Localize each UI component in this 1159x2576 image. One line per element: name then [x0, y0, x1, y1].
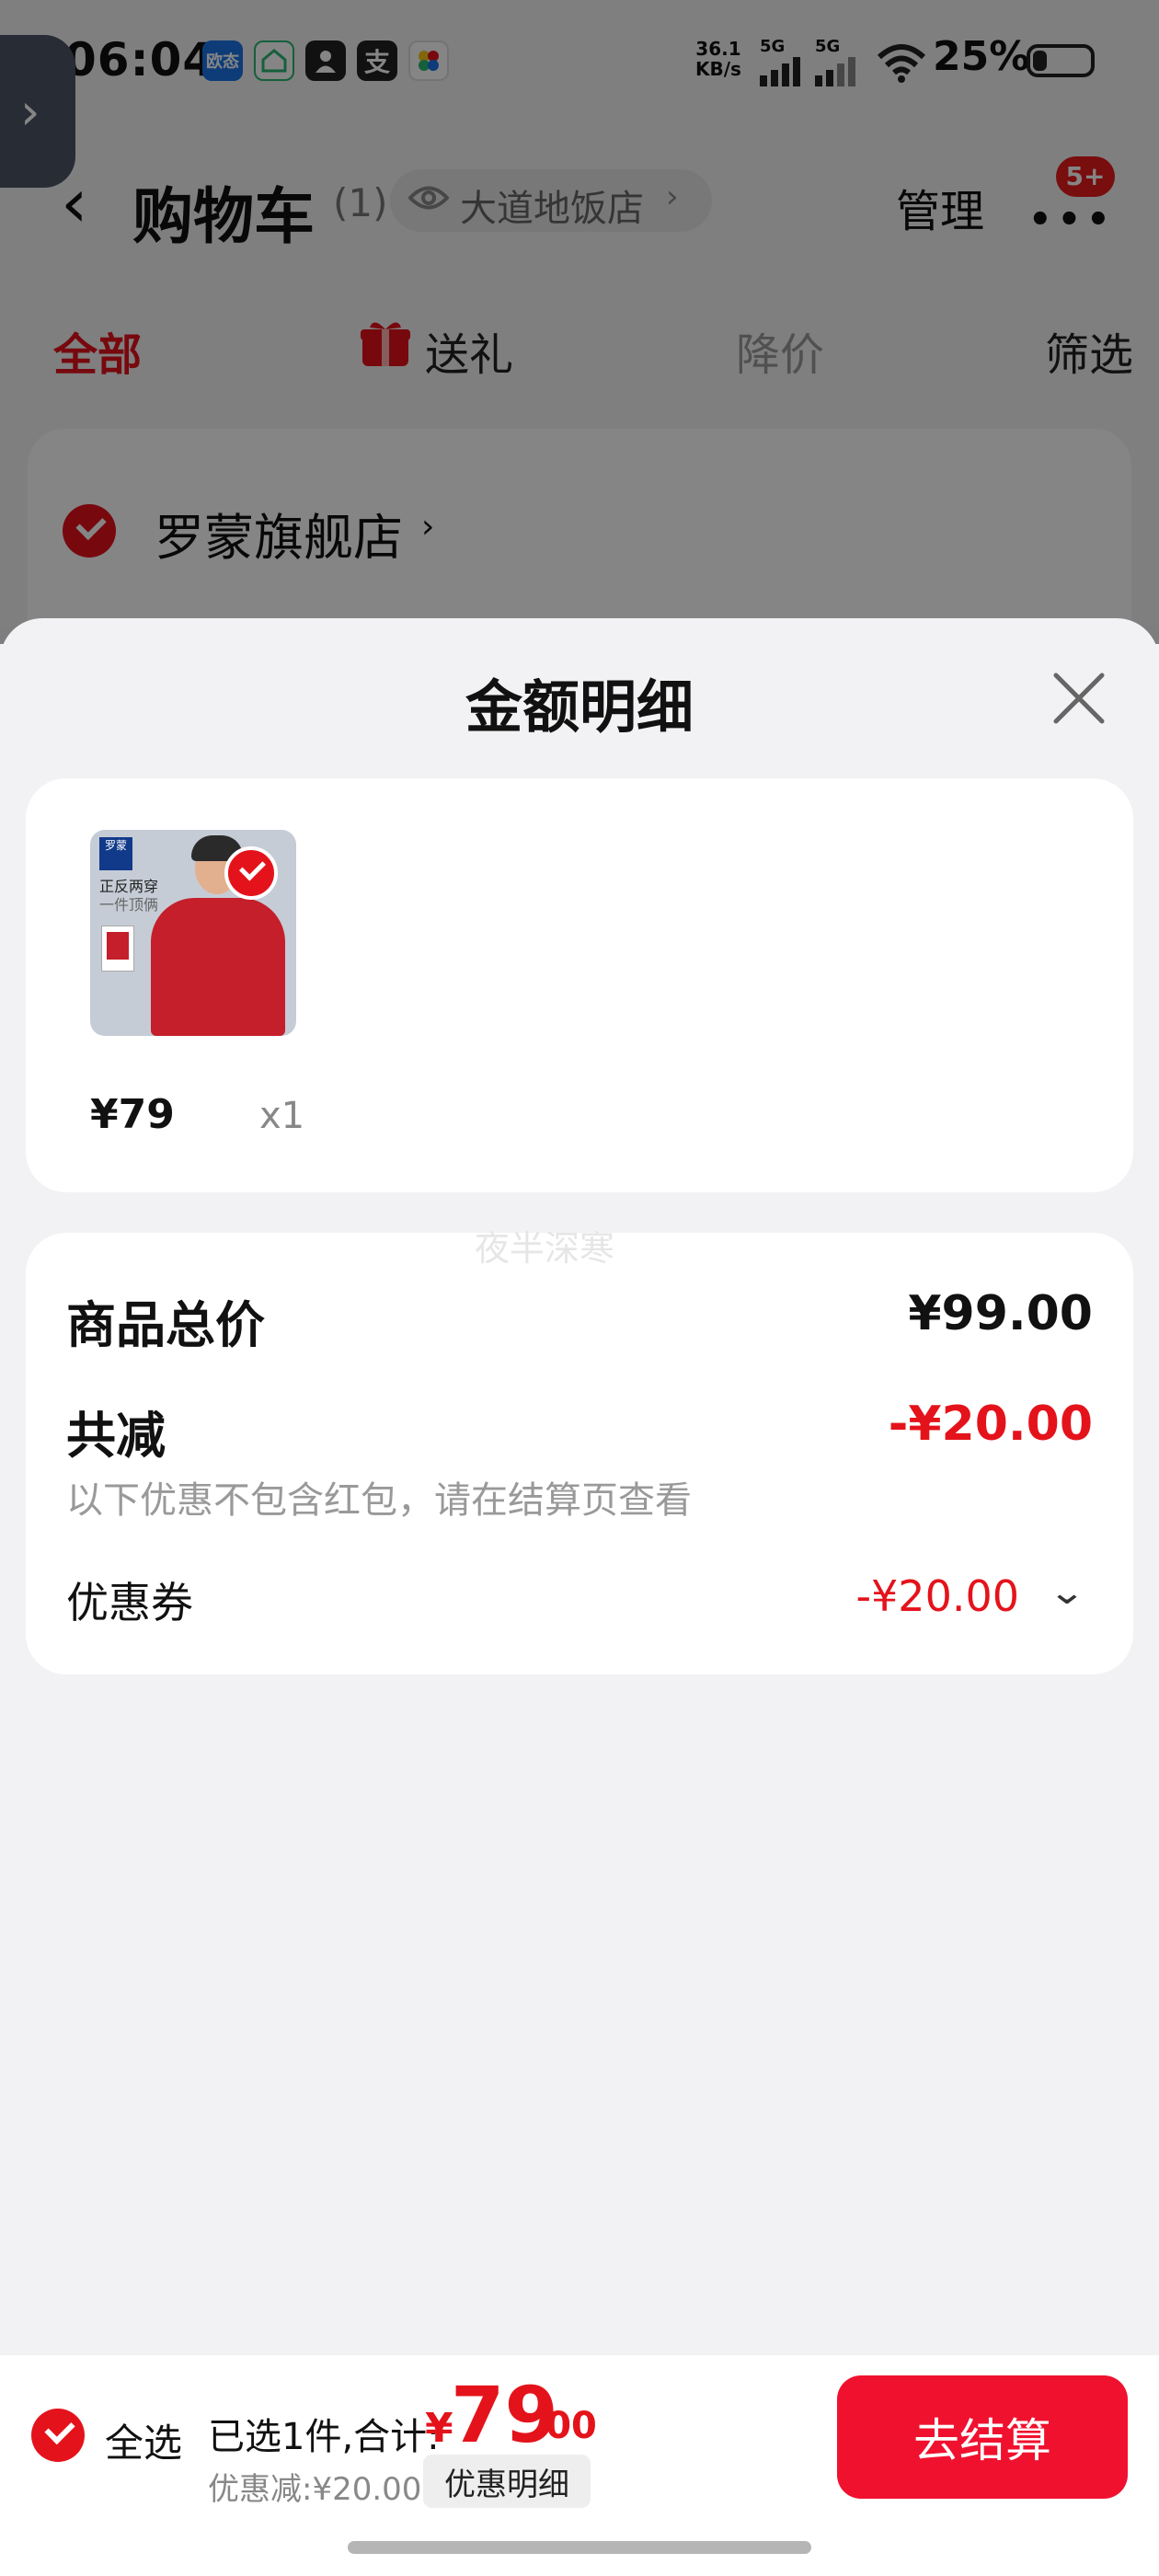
- chevron-down-icon[interactable]: ⌄: [1048, 1571, 1085, 1612]
- select-all-check-icon[interactable]: [31, 2409, 85, 2462]
- brand-logo: 罗蒙: [99, 837, 132, 870]
- model-jacket: [151, 898, 285, 1036]
- total-currency: ¥: [425, 2405, 453, 2452]
- checkout-button[interactable]: 去结算: [837, 2375, 1128, 2499]
- coupon-value[interactable]: -¥20.00: [855, 1571, 1019, 1621]
- total-price-label: 商品总价: [66, 1296, 265, 1354]
- total-discount-value: -¥20.00: [888, 1397, 1093, 1452]
- watermark: 夜半深寒: [475, 1228, 615, 1269]
- close-icon[interactable]: [1049, 668, 1109, 729]
- discount-detail-button[interactable]: 优惠明细: [423, 2455, 591, 2508]
- sheet-title: 金额明细: [465, 673, 694, 741]
- jacket-thumbnail: [101, 926, 134, 972]
- product-check-icon[interactable]: [224, 846, 278, 900]
- discount-amount: 优惠减:¥20.00: [208, 2471, 422, 2508]
- product-qty: x1: [259, 1095, 305, 1137]
- coupon-label: 优惠券: [66, 1578, 193, 1627]
- selected-summary: 已选1件,合计:: [208, 2416, 440, 2458]
- total-discount-label: 共减: [66, 1407, 166, 1465]
- select-all-label[interactable]: 全选: [105, 2412, 182, 2468]
- home-indicator[interactable]: [348, 2541, 811, 2554]
- total-decimal: .00: [532, 2405, 597, 2447]
- product-price: ¥79: [90, 1091, 175, 1138]
- image-caption: 正反两穿 一件顶俩: [99, 878, 159, 914]
- dim-overlay[interactable]: [0, 0, 1159, 644]
- total-price-value: ¥99.00: [908, 1286, 1093, 1341]
- discount-note: 以下优惠不包含红包，请在结算页查看: [66, 1479, 692, 1522]
